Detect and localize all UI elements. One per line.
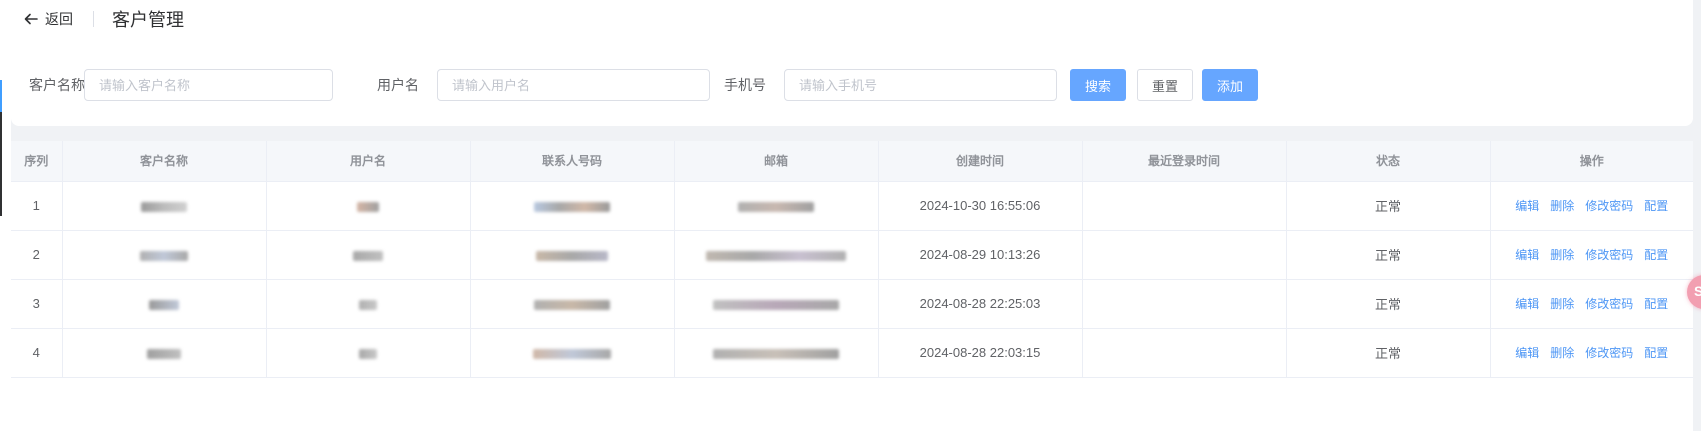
created-time: 2024-08-28 22:25:03 <box>878 279 1083 329</box>
row-actions: 编辑 删除 修改密码 配置 <box>1490 230 1693 280</box>
redacted-username <box>266 181 471 231</box>
add-button[interactable]: 添加 <box>1202 69 1258 101</box>
back-label: 返回 <box>45 11 73 27</box>
change-password-link[interactable]: 修改密码 <box>1585 246 1633 263</box>
config-link[interactable]: 配置 <box>1644 295 1668 312</box>
edit-link[interactable]: 编辑 <box>1515 246 1539 263</box>
created-time: 2024-10-30 16:55:06 <box>878 181 1083 231</box>
search-button[interactable]: 搜索 <box>1070 69 1126 101</box>
last-login-time <box>1082 181 1287 231</box>
column-header: 联系人号码 <box>470 141 675 182</box>
status-text: 正常 <box>1286 279 1491 329</box>
row-index: 4 <box>11 328 63 378</box>
created-time: 2024-08-28 22:03:15 <box>878 328 1083 378</box>
column-header: 客户名称 <box>62 141 267 182</box>
table-row: 3 2024-08-28 22:25:03 正常 编辑 删除 修改密码 配置 <box>11 279 1693 329</box>
column-header: 序列 <box>11 141 63 182</box>
delete-link[interactable]: 删除 <box>1550 295 1574 312</box>
last-login-time <box>1082 279 1287 329</box>
column-header: 最近登录时间 <box>1082 141 1287 182</box>
customer-name-label: 客户名称 <box>29 77 85 93</box>
redacted-username <box>266 279 471 329</box>
redacted-email <box>674 230 879 280</box>
customer-name-input[interactable] <box>84 69 333 101</box>
table-row: 1 2024-10-30 16:55:06 正常 编辑 删除 修改密码 配置 <box>11 181 1693 231</box>
edit-link[interactable]: 编辑 <box>1515 344 1539 361</box>
change-password-link[interactable]: 修改密码 <box>1585 197 1633 214</box>
header-divider <box>93 11 94 27</box>
column-header: 操作 <box>1490 141 1693 182</box>
redacted-username <box>266 328 471 378</box>
side-nav-edge <box>0 0 11 431</box>
row-actions: 编辑 删除 修改密码 配置 <box>1490 279 1693 329</box>
status-text: 正常 <box>1286 230 1491 280</box>
reset-button[interactable]: 重置 <box>1137 69 1193 101</box>
row-index: 1 <box>11 181 63 231</box>
row-index: 3 <box>11 279 63 329</box>
last-login-time <box>1082 230 1287 280</box>
redacted-contact-number <box>470 328 675 378</box>
redacted-contact-number <box>470 279 675 329</box>
config-link[interactable]: 配置 <box>1644 197 1668 214</box>
arrow-left-icon <box>24 13 38 25</box>
column-header: 邮箱 <box>674 141 879 182</box>
redacted-email <box>674 328 879 378</box>
page-header: 返回 客户管理 <box>23 7 184 31</box>
redacted-email <box>674 279 879 329</box>
phone-input[interactable] <box>784 69 1057 101</box>
username-input[interactable] <box>437 69 710 101</box>
redacted-contact-number <box>470 181 675 231</box>
table-header-row: 序列 客户名称 用户名 联系人号码 邮箱 创建时间 最近登录时间 状态 操作 <box>11 141 1693 182</box>
table-row: 4 2024-08-28 22:03:15 正常 编辑 删除 修改密码 配置 <box>11 328 1693 378</box>
change-password-link[interactable]: 修改密码 <box>1585 344 1633 361</box>
row-actions: 编辑 删除 修改密码 配置 <box>1490 181 1693 231</box>
delete-link[interactable]: 删除 <box>1550 246 1574 263</box>
customer-table: 序列 客户名称 用户名 联系人号码 邮箱 创建时间 最近登录时间 状态 操作 1… <box>11 141 1693 378</box>
back-button[interactable]: 返回 <box>23 9 73 29</box>
redacted-customer-name <box>62 279 267 329</box>
created-time: 2024-08-29 10:13:26 <box>878 230 1083 280</box>
last-login-time <box>1082 328 1287 378</box>
redacted-contact-number <box>470 230 675 280</box>
config-link[interactable]: 配置 <box>1644 344 1668 361</box>
delete-link[interactable]: 删除 <box>1550 197 1574 214</box>
edit-link[interactable]: 编辑 <box>1515 295 1539 312</box>
redacted-username <box>266 230 471 280</box>
redacted-email <box>674 181 879 231</box>
page-title: 客户管理 <box>112 10 184 30</box>
status-text: 正常 <box>1286 328 1491 378</box>
column-header: 状态 <box>1286 141 1491 182</box>
search-panel: 返回 客户管理 客户名称 用户名 手机号 搜索 重置 添加 <box>11 0 1693 126</box>
redacted-customer-name <box>62 181 267 231</box>
search-form: 客户名称 用户名 手机号 搜索 重置 添加 <box>11 69 1693 101</box>
nav-active-marker <box>0 80 2 112</box>
row-index: 2 <box>11 230 63 280</box>
edit-link[interactable]: 编辑 <box>1515 197 1539 214</box>
customer-table-card: 序列 客户名称 用户名 联系人号码 邮箱 创建时间 最近登录时间 状态 操作 1… <box>11 141 1693 431</box>
redacted-customer-name <box>62 230 267 280</box>
change-password-link[interactable]: 修改密码 <box>1585 295 1633 312</box>
redacted-customer-name <box>62 328 267 378</box>
table-row: 2 2024-08-29 10:13:26 正常 编辑 删除 修改密码 配置 <box>11 230 1693 280</box>
delete-link[interactable]: 删除 <box>1550 344 1574 361</box>
phone-label: 手机号 <box>724 77 766 93</box>
row-actions: 编辑 删除 修改密码 配置 <box>1490 328 1693 378</box>
status-text: 正常 <box>1286 181 1491 231</box>
config-link[interactable]: 配置 <box>1644 246 1668 263</box>
column-header: 创建时间 <box>878 141 1083 182</box>
column-header: 用户名 <box>266 141 471 182</box>
nav-dark-strip <box>0 112 2 216</box>
username-label: 用户名 <box>377 77 419 93</box>
